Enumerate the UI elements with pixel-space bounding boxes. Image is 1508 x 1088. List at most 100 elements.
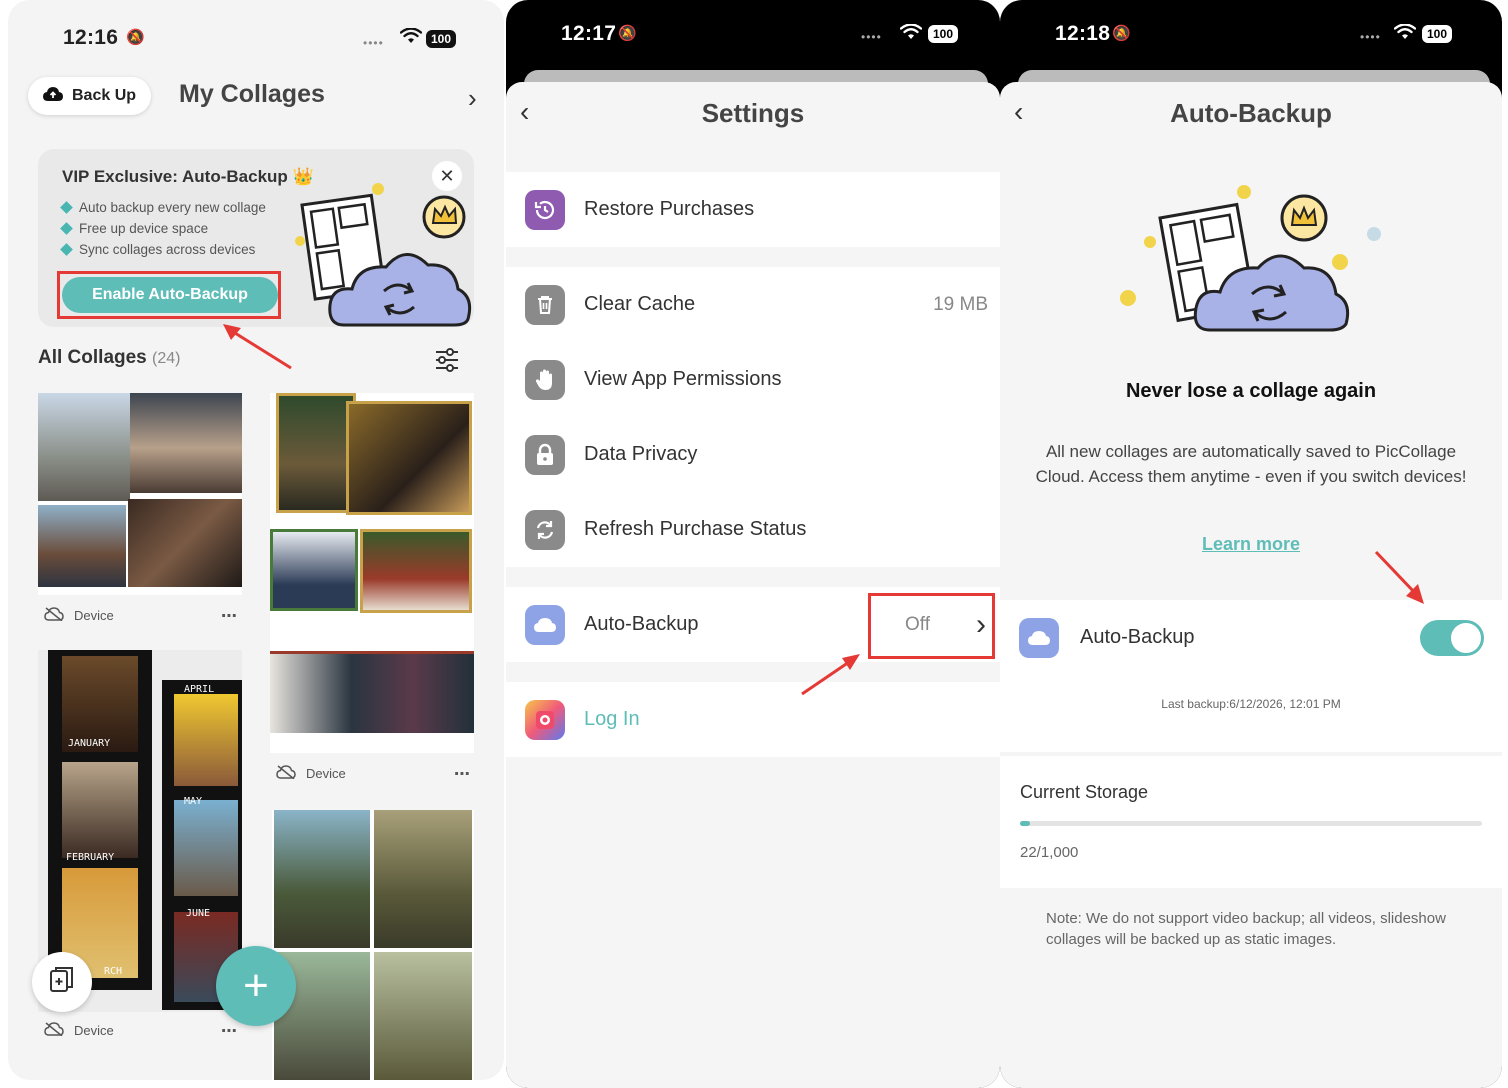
settings-row-refresh-purchase-status[interactable]: Refresh Purchase Status xyxy=(506,492,1000,567)
description: All new collages are automatically saved… xyxy=(1035,442,1467,486)
settings-row-app-permissions[interactable]: View App Permissions xyxy=(506,342,1000,417)
collage-photo xyxy=(360,529,472,613)
card-location: Device xyxy=(74,608,114,623)
storage-value: 22/1,000 xyxy=(1020,844,1079,861)
cloud-sync-illustration xyxy=(1110,182,1390,342)
page-title: Auto-Backup xyxy=(1170,98,1332,128)
collage-card[interactable] xyxy=(270,393,474,753)
settings-group: Restore Purchases xyxy=(506,172,1000,247)
battery-indicator: 100 xyxy=(426,30,457,48)
status-time: 12:17 xyxy=(561,22,617,45)
settings-row-log-in[interactable]: Log In xyxy=(506,682,1000,757)
status-time: 12:18 xyxy=(1055,22,1111,45)
status-bar: 12:18 🔕 •••• 100 xyxy=(1000,0,1502,70)
settings-group: Clear Cache 19 MB View App Permissions D… xyxy=(506,267,1000,567)
more-options-icon[interactable]: ⋯ xyxy=(221,606,238,626)
bell-muted-icon: 🔕 xyxy=(126,29,145,46)
collage-photo xyxy=(174,800,238,896)
piccollage-logo-icon xyxy=(525,699,565,740)
storage-progress-bar xyxy=(1020,821,1482,826)
document-copy-icon xyxy=(49,966,75,999)
diamond-bullet-icon xyxy=(60,243,73,256)
refresh-icon xyxy=(525,509,565,550)
all-collages-heading: All Collages (24) xyxy=(38,347,181,368)
collage-photo xyxy=(38,505,126,587)
collage-photo xyxy=(274,810,370,948)
auto-backup-toggle-row[interactable]: Auto-Backup xyxy=(1000,600,1502,675)
wifi-icon xyxy=(399,27,423,49)
settings-row-data-privacy[interactable]: Data Privacy xyxy=(506,417,1000,492)
collage-label: RCH xyxy=(104,966,123,977)
storage-group: Current Storage 22/1,000 xyxy=(1000,756,1502,888)
auto-backup-toggle-group: Auto-Backup Last backup:6/12/2026, 12:01… xyxy=(1000,600,1502,752)
page-title: Settings xyxy=(701,98,805,128)
last-backup-text: Last backup:6/12/2026, 12:01 PM xyxy=(1161,697,1341,711)
collage-card[interactable] xyxy=(38,393,242,595)
settings-sheet: ‹ Settings Restore Purchases Clear Cache… xyxy=(506,82,1000,1088)
collage-photo xyxy=(38,393,130,501)
wifi-icon xyxy=(899,23,923,45)
more-options-icon[interactable]: ⋯ xyxy=(454,764,471,784)
copy-collage-button[interactable] xyxy=(32,952,92,1012)
settings-row-label: Refresh Purchase Status xyxy=(584,518,807,540)
settings-row-label: Auto-Backup xyxy=(584,613,699,635)
settings-row-label: Log In xyxy=(584,708,640,730)
collage-label: JANUARY xyxy=(68,738,111,749)
more-options-icon[interactable]: ⋯ xyxy=(221,1021,238,1041)
signal-dots-icon: •••• xyxy=(861,30,882,44)
note-text: Note: We do not support video backup; al… xyxy=(1046,910,1446,948)
chevron-right-icon[interactable]: › xyxy=(468,83,477,114)
cloud-icon xyxy=(1019,617,1059,658)
card-meta: Device xyxy=(44,607,114,624)
settings-group: Log In xyxy=(506,682,1000,757)
collage-photo xyxy=(276,393,356,513)
sheet-header: ‹ Auto-Backup xyxy=(1000,82,1502,148)
sheet-header: ‹ Settings xyxy=(506,82,1000,148)
back-up-button[interactable]: Back Up xyxy=(28,77,151,115)
annotation-arrow-icon xyxy=(801,654,860,696)
settings-row-label: View App Permissions xyxy=(584,368,782,390)
settings-row-label: Clear Cache xyxy=(584,293,696,315)
restore-clock-icon xyxy=(525,189,565,230)
vip-feature-list: Auto backup every new collage Free up de… xyxy=(60,197,266,260)
auto-backup-screen: 12:18 🔕 •••• 100 ‹ Auto-Backup Never los… xyxy=(1000,0,1502,1088)
settings-row-restore-purchases[interactable]: Restore Purchases xyxy=(506,172,1000,247)
cloud-off-icon xyxy=(44,607,64,624)
annotation-arrow-icon xyxy=(1374,550,1424,604)
trash-icon xyxy=(525,284,565,325)
page-title: My Collages xyxy=(179,80,325,108)
filter-sliders-icon[interactable] xyxy=(434,348,460,377)
collage-photo xyxy=(128,499,242,587)
highlight-box xyxy=(868,593,995,659)
collage-count: (24) xyxy=(152,350,181,367)
auto-backup-toggle[interactable] xyxy=(1420,620,1484,656)
cloud-off-icon xyxy=(276,765,296,782)
storage-title: Current Storage xyxy=(1020,782,1149,802)
settings-row-clear-cache[interactable]: Clear Cache 19 MB xyxy=(506,267,1000,342)
annotation-arrow-icon xyxy=(223,324,292,370)
collage-photo xyxy=(62,762,138,858)
create-collage-button[interactable]: + xyxy=(216,946,296,1026)
cloud-sync-illustration xyxy=(294,179,474,327)
storage-progress-fill xyxy=(1020,821,1031,826)
collage-label: MAY xyxy=(184,796,203,807)
status-time: 12:16 xyxy=(63,26,119,49)
signal-dots-icon: •••• xyxy=(1360,30,1381,44)
collage-label: FEBRUARY xyxy=(66,852,115,863)
list-item: Sync collages across devices xyxy=(60,239,266,260)
list-item: Free up device space xyxy=(60,218,266,239)
battery-indicator: 100 xyxy=(928,25,959,43)
cache-size-value: 19 MB xyxy=(933,293,988,315)
collage-card[interactable] xyxy=(272,810,474,1080)
collage-photo xyxy=(374,810,472,948)
status-bar: 12:16 🔕 •••• 100 xyxy=(8,0,504,70)
collage-photo xyxy=(270,651,474,733)
my-collages-screen: 12:16 🔕 •••• 100 Back Up My Collages › V… xyxy=(8,0,504,1080)
collage-label: JUNE xyxy=(186,908,211,919)
battery-indicator: 100 xyxy=(1422,25,1453,43)
back-up-label: Back Up xyxy=(72,87,137,104)
settings-row-label: Data Privacy xyxy=(584,443,698,465)
collage-photo xyxy=(270,529,358,611)
wifi-icon xyxy=(1393,23,1417,45)
collage-label: APRIL xyxy=(184,684,215,695)
